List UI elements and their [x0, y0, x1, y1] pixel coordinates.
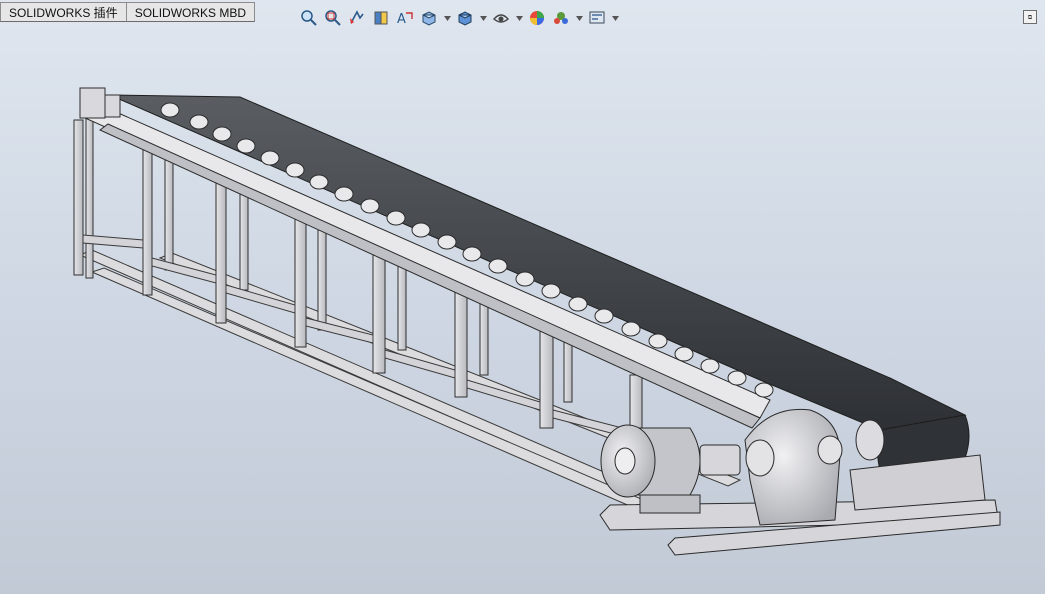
- edit-appearance-icon[interactable]: [526, 7, 548, 29]
- heads-up-view-toolbar: A: [298, 6, 620, 30]
- command-manager-tabs: SOLIDWORKS 插件 SOLIDWORKS MBD: [0, 0, 256, 24]
- chevron-down-icon[interactable]: [610, 7, 620, 29]
- tail-frame: [79, 87, 121, 119]
- view-orientation-icon[interactable]: [418, 7, 440, 29]
- display-style-icon[interactable]: [454, 7, 476, 29]
- gearbox: [744, 408, 843, 526]
- view-settings-icon[interactable]: [586, 7, 608, 29]
- zoom-to-area-icon[interactable]: [322, 7, 344, 29]
- belt-conveyor-model[interactable]: [0, 0, 1045, 594]
- dynamic-annotation-icon[interactable]: A: [394, 7, 416, 29]
- chevron-down-icon[interactable]: [574, 7, 584, 29]
- apply-scene-icon[interactable]: [550, 7, 572, 29]
- graphics-area[interactable]: SOLIDWORKS 插件 SOLIDWORKS MBD A ⧉: [0, 0, 1045, 594]
- chevron-down-icon[interactable]: [442, 7, 452, 29]
- chevron-down-icon[interactable]: [514, 7, 524, 29]
- coupling: [699, 444, 741, 476]
- tab-solidworks-addins[interactable]: SOLIDWORKS 插件: [0, 2, 127, 22]
- hide-show-items-icon[interactable]: [490, 7, 512, 29]
- chevron-down-icon[interactable]: [478, 7, 488, 29]
- head-pulley: [855, 419, 885, 461]
- previous-view-icon[interactable]: [346, 7, 368, 29]
- svg-text:A: A: [397, 12, 406, 27]
- section-view-icon[interactable]: [370, 7, 392, 29]
- zoom-to-fit-icon[interactable]: [298, 7, 320, 29]
- tab-solidworks-mbd[interactable]: SOLIDWORKS MBD: [125, 2, 256, 22]
- restore-window-icon[interactable]: ⧉: [1023, 10, 1037, 24]
